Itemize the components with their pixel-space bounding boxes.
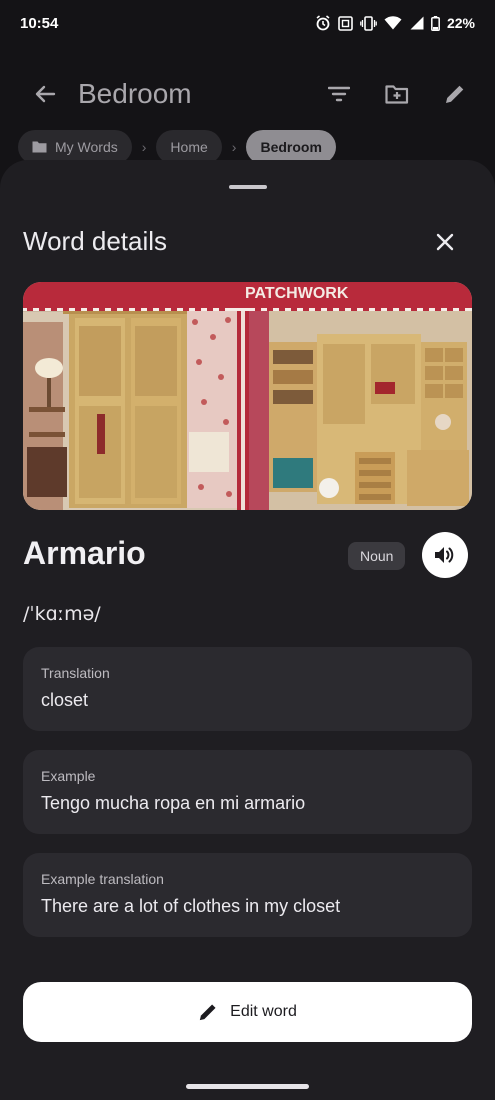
- filter-button[interactable]: [319, 74, 359, 114]
- gesture-nav-handle[interactable]: [186, 1084, 309, 1089]
- app-bar-actions: [319, 74, 475, 114]
- word-title: Armario: [23, 535, 146, 571]
- close-icon: [436, 233, 454, 251]
- top-app-bar: Bedroom: [0, 62, 495, 126]
- field-label: Example translation: [41, 871, 164, 887]
- alarm-icon: [316, 15, 330, 31]
- edit-word-button[interactable]: Edit word: [23, 982, 472, 1042]
- breadcrumb-my-words[interactable]: My Words: [18, 130, 132, 164]
- edit-folder-button[interactable]: [435, 74, 475, 114]
- sheet-title: Word details: [23, 226, 168, 256]
- drag-handle[interactable]: [229, 185, 267, 189]
- edit-pencil-icon: [199, 1004, 216, 1021]
- wifi-icon: [384, 16, 402, 30]
- translation-field: Translation closet: [23, 647, 472, 731]
- arrow-back-icon: [35, 85, 56, 103]
- breadcrumb-bedroom[interactable]: Bedroom: [246, 130, 336, 164]
- close-button[interactable]: [425, 222, 465, 262]
- volume-up-icon: [435, 547, 454, 563]
- example-translation-field: Example translation There are a lot of c…: [23, 853, 472, 937]
- pronounce-button[interactable]: [422, 532, 468, 578]
- word-image: PATCHWORK: [23, 282, 472, 510]
- field-label: Example: [41, 768, 96, 784]
- phonetic-transcription: /ˈkɑːmə/: [23, 603, 101, 625]
- battery-percent: 22%: [446, 15, 475, 31]
- nfc-icon: [338, 15, 353, 31]
- field-value: There are a lot of clothes in my closet: [41, 896, 341, 916]
- add-folder-button[interactable]: [377, 74, 417, 114]
- image-sign: PATCHWORK: [245, 285, 349, 302]
- status-time: 10:54: [20, 14, 59, 32]
- wardrobe-illustration: PATCHWORK: [23, 282, 472, 510]
- folder-icon: [32, 141, 47, 153]
- field-value: closet: [41, 690, 89, 710]
- back-button[interactable]: [20, 69, 70, 119]
- field-label: Translation: [41, 665, 110, 681]
- filter-icon: [328, 86, 350, 102]
- breadcrumb-home[interactable]: Home: [156, 130, 222, 164]
- breadcrumb-label: Home: [170, 139, 208, 155]
- breadcrumb: My Words › Home › Bedroom: [18, 130, 336, 164]
- status-bar: 10:54 22%: [0, 0, 495, 46]
- chevron-right-icon: ›: [141, 139, 147, 155]
- breadcrumb-label: Bedroom: [260, 139, 322, 155]
- vibrate-icon: [360, 15, 377, 31]
- word-details-sheet: Word details PATCHWORK Armario Noun /ˈkɑ…: [0, 160, 495, 1100]
- example-field: Example Tengo mucha ropa en mi armario: [23, 750, 472, 834]
- signal-icon: [410, 16, 424, 30]
- battery-icon: [431, 15, 440, 31]
- add-folder-icon: [385, 85, 409, 104]
- status-icons: 22%: [315, 15, 475, 31]
- page-title: Bedroom: [78, 78, 192, 109]
- edit-pencil-icon: [446, 85, 464, 103]
- chevron-right-icon: ›: [231, 139, 237, 155]
- field-value: Tengo mucha ropa en mi armario: [41, 793, 306, 813]
- edit-word-label: Edit word: [230, 1003, 297, 1020]
- breadcrumb-label: My Words: [55, 139, 118, 155]
- part-of-speech-badge: Noun: [348, 542, 406, 570]
